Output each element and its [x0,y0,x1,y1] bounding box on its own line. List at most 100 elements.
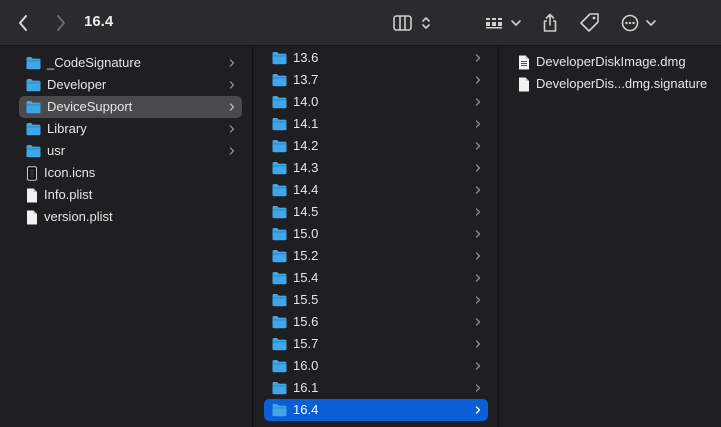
list-item[interactable]: 14.4 [264,179,488,201]
folder-icon [26,57,41,70]
list-item[interactable]: version.plist [19,206,242,228]
list-item[interactable]: 14.2 [264,135,488,157]
folder-icon [26,145,41,158]
list-item-label: 14.4 [293,182,319,197]
list-item-label: 14.2 [293,138,319,153]
folder-icon [272,96,287,109]
folder-icon [26,79,41,92]
list-item[interactable]: 15.2 [264,245,488,267]
list-item[interactable]: 13.6 [264,47,488,69]
list-item-label: 14.5 [293,204,319,219]
list-item[interactable]: 14.1 [264,113,488,135]
chevron-right-icon [475,164,481,172]
column-device-support: 13.6 13.7 14.0 14.1 14.2 14.3 14.4 14.5 15.0 15.2… [254,47,499,427]
disk-image-icon [519,55,529,69]
list-item-label: _CodeSignature [47,55,141,70]
list-item-label: 15.4 [293,270,319,285]
chevron-right-icon [475,406,481,414]
folder-icon [272,382,287,395]
list-item[interactable]: 15.0 [264,223,488,245]
list-item-label: Developer [47,77,107,92]
list-item[interactable]: Icon.icns [19,162,242,184]
chevron-right-icon [57,15,65,31]
list-item[interactable]: Library [19,118,242,140]
more-actions-button[interactable] [620,0,660,46]
list-item[interactable]: 15.4 [264,267,488,289]
chevron-right-icon [475,120,481,128]
folder-icon [272,272,287,285]
share-button[interactable] [539,0,561,46]
chevron-right-icon [229,59,235,67]
list-item[interactable]: 15.7 [264,333,488,355]
list-item-label: 13.7 [293,72,319,87]
list-item[interactable]: 13.7 [264,69,488,91]
list-item[interactable]: 14.0 [264,91,488,113]
icns-file-icon [27,165,37,181]
view-mode-button[interactable] [392,0,434,46]
list-item-label: 15.7 [293,336,319,351]
list-item[interactable]: Developer [19,74,242,96]
list-item-label: 16.0 [293,358,319,373]
list-item-label: Icon.icns [44,165,96,180]
list-item[interactable]: 16.1 [264,377,488,399]
toolbar: 16.4 [0,0,721,46]
list-item-label: Info.plist [44,187,93,202]
chevron-right-icon [475,98,481,106]
tag-button[interactable] [578,0,602,46]
forward-button[interactable] [50,0,72,46]
document-icon [27,188,37,202]
list-item-label: DeviceSupport [47,99,133,114]
list-item[interactable]: usr [19,140,242,162]
chevron-right-icon [229,125,235,133]
list-item-label: 16.1 [293,380,319,395]
chevron-right-icon [229,81,235,89]
folder-icon [272,184,287,197]
document-icon [519,77,529,91]
folder-icon [272,118,287,131]
list-item[interactable]: DeveloperDiskImage.dmg [515,51,721,73]
list-item[interactable]: 15.6 [264,311,488,333]
folder-icon [272,294,287,307]
list-item-label: 15.5 [293,292,319,307]
folder-icon [272,250,287,263]
document-icon [27,210,37,224]
folder-icon [272,404,287,417]
list-item-label: 15.6 [293,314,319,329]
list-item-selected[interactable]: DeviceSupport [19,96,242,118]
folder-icon [272,140,287,153]
list-item-label: usr [47,143,66,158]
list-item[interactable]: 16.0 [264,355,488,377]
tag-icon [580,13,599,32]
list-item-label: 16.4 [293,402,319,417]
list-item[interactable]: 14.3 [264,157,488,179]
folder-icon [26,123,41,136]
list-item-selected[interactable]: 16.4 [264,399,488,421]
folder-icon [272,228,287,241]
chevron-right-icon [229,103,235,111]
chevron-right-icon [475,362,481,370]
chevron-right-icon [475,208,481,216]
list-item-label: DeveloperDiskImage.dmg [536,54,686,69]
back-button[interactable] [12,0,34,46]
chevron-right-icon [475,318,481,326]
chevron-right-icon [475,142,481,150]
chevron-right-icon [475,296,481,304]
chevron-right-icon [475,230,481,238]
group-button[interactable] [484,0,524,46]
chevron-right-icon [475,340,481,348]
ellipsis-circle-icon [621,14,656,32]
list-item[interactable]: Info.plist [19,184,242,206]
chevron-right-icon [475,252,481,260]
share-icon [543,13,557,32]
chevron-right-icon [475,76,481,84]
list-item[interactable]: _CodeSignature [19,52,242,74]
list-item[interactable]: DeveloperDis...dmg.signature [515,73,721,95]
chevron-right-icon [475,186,481,194]
list-item[interactable]: 15.5 [264,289,488,311]
chevron-left-icon [19,15,27,31]
chevron-right-icon [475,384,481,392]
folder-icon [26,101,41,114]
list-item[interactable]: 14.5 [264,201,488,223]
folder-icon [272,316,287,329]
chevron-right-icon [229,147,235,155]
